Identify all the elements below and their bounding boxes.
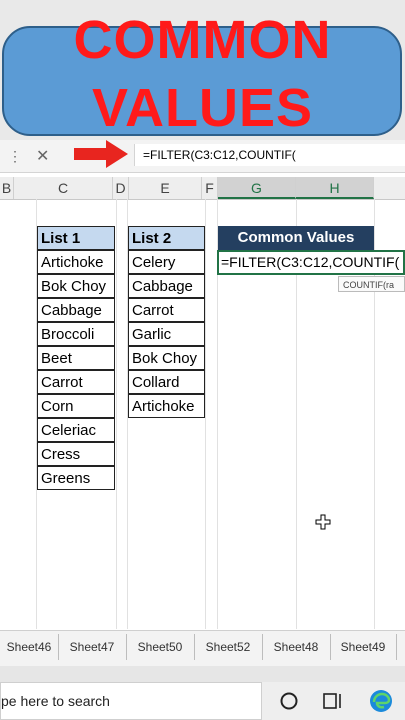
list2-cell[interactable]: Bok Choy [128, 346, 205, 370]
list1-cell[interactable]: Bok Choy [37, 274, 115, 298]
list2-cell[interactable]: Carrot [128, 298, 205, 322]
sheet-tab[interactable]: Sheet47 [58, 634, 127, 660]
formula-input[interactable]: =FILTER(C3:C12,COUNTIF( [134, 144, 405, 166]
column-header-e[interactable]: E [129, 177, 202, 199]
sheet-tab[interactable]: Sheet48 [262, 634, 331, 660]
sheet-tab[interactable]: Sheet49 [330, 634, 397, 660]
status-bar [0, 666, 405, 682]
sheet-tab[interactable]: Sheet52 [194, 634, 263, 660]
taskbar-search-box[interactable]: pe here to search [0, 682, 262, 720]
active-cell-editing[interactable]: =FILTER(C3:C12,COUNTIF( [217, 250, 405, 275]
list1-cell[interactable]: Corn [37, 394, 115, 418]
list1-header[interactable]: List 1 [37, 226, 115, 250]
column-header-b[interactable]: B [0, 177, 14, 199]
column-header-d[interactable]: D [113, 177, 129, 199]
more-icon[interactable]: ⋮ [8, 148, 22, 165]
list1-cell[interactable]: Beet [37, 346, 115, 370]
cancel-icon[interactable]: ✕ [36, 146, 49, 166]
list2-cell[interactable]: Cabbage [128, 274, 205, 298]
list1-cell[interactable]: Carrot [37, 370, 115, 394]
banner-title-line1: COMMON [73, 10, 332, 70]
list2-header[interactable]: List 2 [128, 226, 205, 250]
list1-cell[interactable]: Cabbage [37, 298, 115, 322]
cortana-icon[interactable] [278, 690, 300, 712]
sheet-tab[interactable]: Sheet46 [0, 634, 59, 660]
common-values-header[interactable]: Common Values [218, 226, 374, 250]
column-header-f[interactable]: F [202, 177, 218, 199]
grid-line [205, 199, 206, 629]
column-headers: B C D E F G H [0, 177, 405, 200]
edge-browser-icon[interactable] [368, 688, 394, 714]
list1-cell[interactable]: Broccoli [37, 322, 115, 346]
list2-cell[interactable]: Artichoke [128, 394, 205, 418]
banner-title-line2: VALUES [91, 78, 314, 138]
red-arrow-icon [74, 140, 128, 168]
column-header-g[interactable]: G [218, 177, 296, 199]
list2-cell[interactable]: Collard [128, 370, 205, 394]
column-header-c[interactable]: C [14, 177, 113, 199]
list2-cell[interactable]: Celery [128, 250, 205, 274]
sheet-tab[interactable]: Sheet50 [126, 634, 195, 660]
list1-cell[interactable]: Cress [37, 442, 115, 466]
cell-select-cursor-icon [315, 514, 331, 530]
function-tooltip[interactable]: COUNTIF(ra [338, 276, 405, 292]
list1-cell[interactable]: Greens [37, 466, 115, 490]
grid-line [116, 199, 117, 629]
list1-cell[interactable]: Artichoke [37, 250, 115, 274]
list2-cell[interactable]: Garlic [128, 322, 205, 346]
task-view-icon[interactable] [322, 691, 344, 711]
list1-cell[interactable]: Celeriac [37, 418, 115, 442]
column-header-h[interactable]: H [296, 177, 374, 199]
